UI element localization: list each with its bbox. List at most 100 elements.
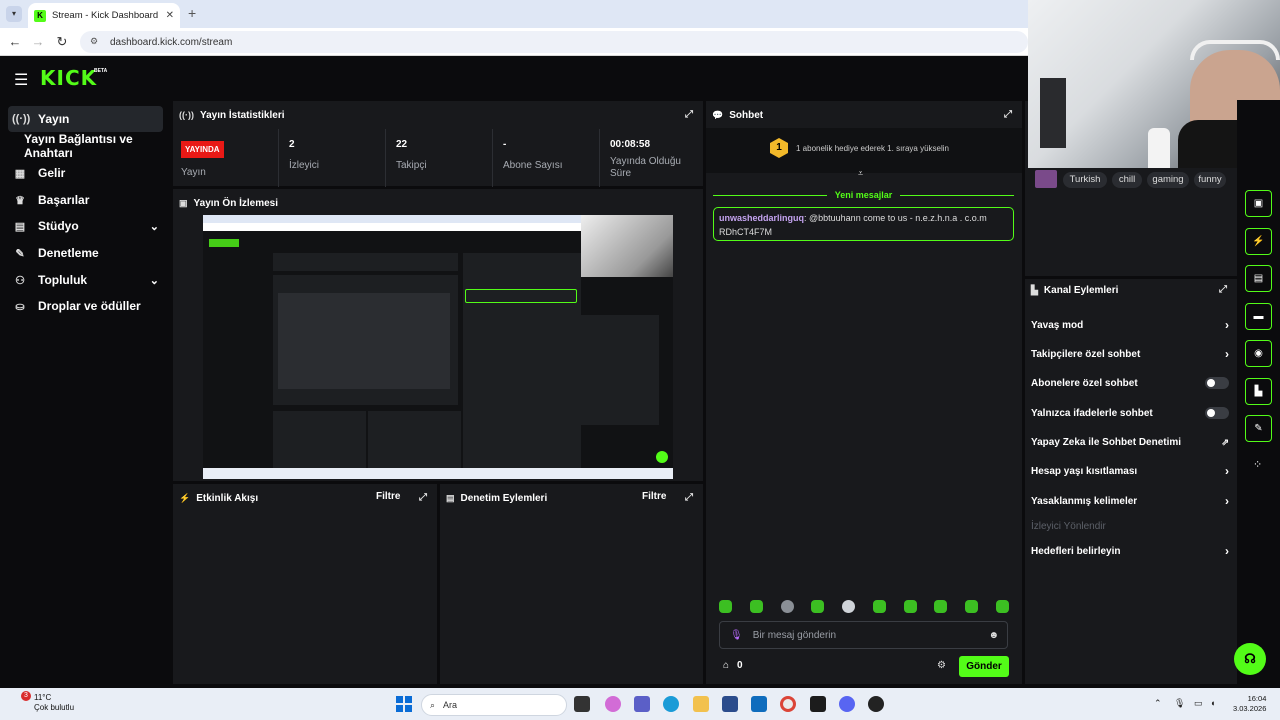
sidebar-item-label: Başarılar <box>38 193 90 207</box>
stream-stats-panel: ((·)) Yayın İstatistikleri ⤢ YAYINDA Yay… <box>173 101 703 187</box>
chat-icon[interactable]: ▬ <box>1245 303 1272 330</box>
document-icon[interactable]: ▤ <box>1245 265 1272 292</box>
sidebar-item-label: Stüdyo <box>38 219 79 233</box>
chat-settings-icon[interactable]: ⚙ <box>937 660 946 671</box>
emote-icon[interactable] <box>965 600 979 613</box>
apps-icon[interactable]: ⁘ <box>1253 458 1262 471</box>
emote-icon[interactable] <box>903 600 917 613</box>
filter-button[interactable]: Filtre <box>376 491 400 502</box>
emote-icon[interactable] <box>995 600 1009 613</box>
pin-toggle-icon[interactable]: ⩡ <box>858 168 863 179</box>
set-goals-item[interactable]: Hedefleri belirleyin › <box>1031 541 1229 561</box>
sidebar-item-label: Gelir <box>38 166 66 180</box>
panel-header: ((·)) Yayın İstatistikleri ⤢ <box>173 101 703 129</box>
mic-tray-icon[interactable]: 🎙 <box>1174 698 1185 709</box>
edge-icon[interactable] <box>663 696 679 712</box>
stat-subscribers: - Abone Sayısı <box>492 129 599 187</box>
chat-input[interactable]: 🎙 Bir mesaj gönderin ☻ <box>719 621 1008 649</box>
account-age-item[interactable]: Hesap yaşı kısıtlaması › <box>1031 461 1229 481</box>
channel-actions-panel: ▙ Kanal Eylemleri ⤢ <box>1025 279 1237 684</box>
emotes-only-toggle[interactable] <box>1205 407 1229 419</box>
menu-icon[interactable]: ☰ <box>14 70 28 90</box>
outlook-icon[interactable] <box>751 696 767 712</box>
lightning-icon[interactable]: ⚡ <box>1245 228 1272 255</box>
taskbar-search[interactable]: ⌕ Ara <box>421 694 567 716</box>
forward-icon[interactable]: → <box>30 34 46 49</box>
banned-words-item[interactable]: Yasaklanmış kelimeler › <box>1031 491 1229 511</box>
url-text: dashboard.kick.com/stream <box>110 36 233 48</box>
sidebar-item-achievements[interactable]: ♛ Başarılar <box>8 187 163 213</box>
emote-icon[interactable] <box>780 600 794 613</box>
teams-icon[interactable] <box>634 696 650 712</box>
emote-icon[interactable] <box>872 600 886 613</box>
sidebar-item-moderation[interactable]: ✎ Denetleme <box>8 240 163 266</box>
new-tab-button[interactable]: + <box>188 5 196 21</box>
windows-start-icon[interactable] <box>396 696 412 712</box>
followers-only-item[interactable]: Takipçilere özel sohbet › <box>1031 344 1229 364</box>
browser-tab[interactable]: K Stream - Kick Dashboard ✕ <box>28 3 180 28</box>
chrome-icon[interactable] <box>780 696 796 712</box>
obs-icon[interactable] <box>868 696 884 712</box>
store-icon[interactable] <box>722 696 738 712</box>
kick-favicon-icon: K <box>34 9 46 22</box>
sidebar-item-community[interactable]: ⚇ Topluluk ⌄ <box>8 267 163 293</box>
support-icon[interactable]: ☊ <box>1234 643 1266 675</box>
site-info-icon[interactable]: ⚙ <box>90 36 102 48</box>
taskbar-clock[interactable]: 16:04 3.03.2026 <box>1233 694 1266 714</box>
stream-preview-video[interactable] <box>203 215 673 479</box>
subscribers-only-toggle[interactable] <box>1205 377 1229 389</box>
emote-bar <box>719 600 1009 616</box>
expand-icon[interactable]: ⤢ <box>685 109 693 120</box>
volume-icon[interactable]: ◖ <box>1210 698 1215 708</box>
sidebar-item-stream[interactable]: ((·)) Yayın <box>8 106 163 132</box>
tray-overflow-icon[interactable]: ⌃ <box>1154 698 1162 709</box>
broadcast-icon[interactable]: ◉ <box>1245 340 1272 367</box>
reload-icon[interactable]: ↻ <box>54 34 70 50</box>
channel-icon[interactable]: ▙ <box>1245 378 1272 405</box>
send-button[interactable]: Gönder <box>959 656 1009 677</box>
sidebar-item-drops[interactable]: ⛀ Droplar ve ödüller <box>8 293 163 319</box>
back-icon[interactable]: ← <box>7 34 23 49</box>
channel-points[interactable]: ⌂ 0 <box>723 660 743 671</box>
sidebar-item-studio[interactable]: ▤ Stüdyo ⌄ <box>8 213 163 239</box>
emote-icon[interactable] <box>719 600 732 613</box>
search-placeholder: Ara <box>443 700 458 710</box>
kick-logo[interactable]: KICK <box>40 66 97 90</box>
expand-icon[interactable]: ⤢ <box>685 492 693 503</box>
filter-button[interactable]: Filtre <box>642 491 666 502</box>
panel-header: ▙ Kanal Eylemleri ⤢ <box>1025 279 1237 301</box>
emoji-icon[interactable]: ☻ <box>988 630 999 641</box>
wrench-icon[interactable]: ✎ <box>1245 415 1272 442</box>
discord-icon[interactable] <box>839 696 855 712</box>
slow-mode-item[interactable]: Yavaş mod › <box>1031 315 1229 335</box>
expand-icon[interactable]: ⤢ <box>1004 109 1012 120</box>
emote-icon[interactable] <box>749 600 763 613</box>
tab-close-icon[interactable]: ✕ <box>166 10 174 21</box>
url-field[interactable]: ⚙ dashboard.kick.com/stream <box>80 31 1028 53</box>
taskview-icon[interactable] <box>574 696 590 712</box>
sidebar: ((·)) Yayın Yayın Bağlantısı ve Anahtarı… <box>0 100 170 688</box>
emote-icon[interactable] <box>811 600 825 613</box>
copilot-icon[interactable] <box>605 696 621 712</box>
microphone-icon[interactable]: 🎙 <box>730 630 743 641</box>
sidebar-item-revenue[interactable]: ▦ Gelir <box>8 160 163 186</box>
file-explorer-icon[interactable] <box>693 696 709 712</box>
expand-icon[interactable]: ⤢ <box>419 492 427 503</box>
chevron-right-icon: › <box>1225 464 1229 478</box>
sidebar-item-stream-key[interactable]: Yayın Bağlantısı ve Anahtarı <box>20 132 180 160</box>
tab-search-button[interactable]: ▾ <box>6 6 22 22</box>
panel-title: Etkinlik Akışı <box>196 492 259 504</box>
preview-toggle-icon[interactable]: ▣ <box>1245 190 1272 217</box>
lightning-icon: ⚡ <box>179 492 191 503</box>
ai-moderation-item[interactable]: Yapay Zeka ile Sohbet Denetimi ⇗ <box>1031 432 1229 452</box>
emote-icon[interactable] <box>842 600 856 613</box>
gift-leaderboard[interactable]: 1 1 abonelik hediye ederek 1. sıraya yük… <box>770 138 949 158</box>
stat-label: Takipçi <box>396 160 427 171</box>
kick-app-icon[interactable] <box>810 696 826 712</box>
emote-icon[interactable] <box>934 600 948 613</box>
stat-uptime: 00:08:58 Yayında Olduğu Süre <box>599 129 703 187</box>
chat-username[interactable]: unwasheddarlinguq <box>719 213 804 223</box>
expand-icon[interactable]: ⤢ <box>1219 284 1227 295</box>
panel-title: Denetim Eylemleri <box>460 492 548 504</box>
network-icon[interactable]: ▭ <box>1194 698 1203 709</box>
